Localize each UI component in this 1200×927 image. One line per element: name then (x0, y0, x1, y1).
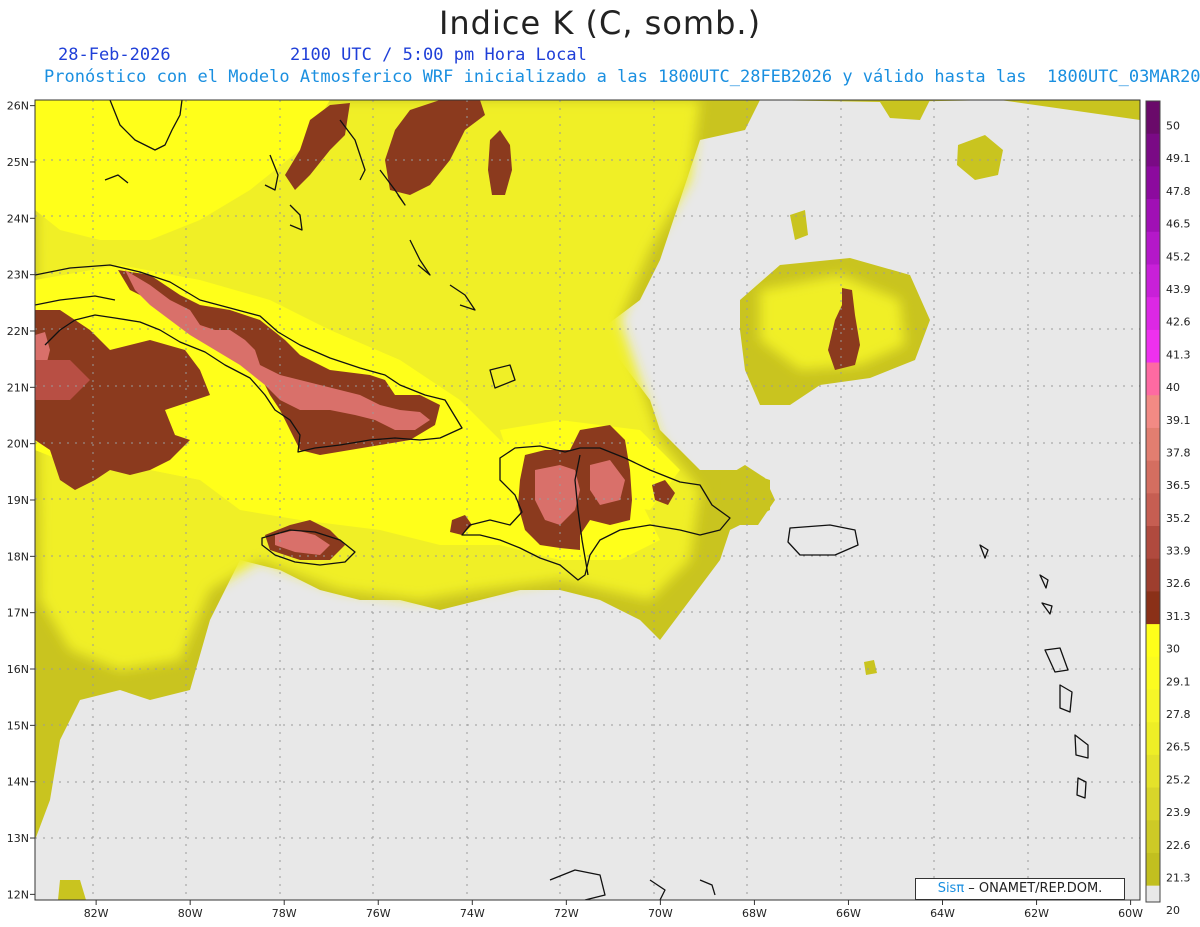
colorbar-label: 26.5 (1166, 741, 1191, 754)
colorbar-swatch (1146, 493, 1160, 527)
colorbar-label: 21.3 (1166, 871, 1191, 884)
colorbar-label: 32.6 (1166, 577, 1191, 590)
colorbar-label: 37.8 (1166, 446, 1191, 459)
colorbar-swatch (1146, 166, 1160, 200)
colorbar-label: 41.3 (1166, 348, 1191, 361)
colorbar-swatch (1146, 820, 1160, 854)
colorbar-swatch (1146, 885, 1160, 902)
lat-label-15n: 15N (7, 719, 29, 732)
lat-label-14n: 14N (7, 776, 29, 789)
lon-label-64w: 64W (930, 907, 955, 920)
lat-label-26n: 26N (7, 100, 29, 113)
lat-label-18n: 18N (7, 550, 29, 563)
longitude-labels: 82W 80W 78W 76W 74W 72W 70W 68W 66W 64W 62W 60W (84, 900, 1143, 920)
lat-label-23n: 23N (7, 269, 29, 282)
colorbar-label: 22.6 (1166, 839, 1191, 852)
colorbar-label: 50 (1166, 120, 1180, 133)
colorbar-swatch (1146, 264, 1160, 298)
colorbar-swatch (1146, 754, 1160, 789)
lat-label-20n: 20N (7, 438, 29, 451)
colorbar-swatch (1146, 624, 1160, 658)
colorbar-label: 36.5 (1166, 479, 1191, 492)
credit-text: – ONAMET/REP.DOM. (964, 881, 1103, 896)
colorbar-label: 46.5 (1166, 218, 1191, 231)
lat-label-21n: 21N (7, 381, 29, 394)
colorbar-label: 20 (1166, 904, 1180, 917)
lon-label-68w: 68W (742, 907, 767, 920)
colorbar-swatch (1146, 395, 1160, 429)
latitude-labels: 26N 25N 24N 23N 22N 21N 20N 19N 18N 17N 16N 15N 14N 1… (7, 100, 35, 901)
colorbar-swatch (1146, 231, 1160, 265)
colorbar-label: 39.1 (1166, 414, 1191, 427)
colorbar-swatch (1146, 656, 1160, 690)
lon-label-74w: 74W (460, 907, 485, 920)
lon-label-82w: 82W (84, 907, 109, 920)
colorbar: 50 49.1 47.8 46.5 45.2 43.9 42.6 41.3 40 39.1 37.8… (1145, 100, 1191, 917)
colorbar-swatch (1146, 460, 1160, 494)
lat-label-19n: 19N (7, 494, 29, 507)
lat-label-16n: 16N (7, 663, 29, 676)
colorbar-label: 30 (1166, 643, 1180, 656)
colorbar-swatch (1146, 558, 1160, 592)
colorbar-label: 29.1 (1166, 675, 1191, 688)
colorbar-label: 40 (1166, 381, 1180, 394)
colorbar-label: 35.2 (1166, 512, 1191, 525)
sispi-logo-text: Sisπ (937, 881, 965, 896)
colorbar-swatch (1146, 329, 1160, 364)
colorbar-label: 33.9 (1166, 545, 1191, 558)
colorbar-label: 25.2 (1166, 773, 1191, 786)
lat-label-13n: 13N (7, 832, 29, 845)
lon-label-76w: 76W (366, 907, 391, 920)
colorbar-swatch (1146, 427, 1160, 462)
colorbar-label: 27.8 (1166, 708, 1191, 721)
k-index-map: 82W 80W 78W 76W 74W 72W 70W 68W 66W 64W 62W 60W 26N… (7, 99, 1191, 920)
colorbar-swatch (1146, 852, 1160, 887)
colorbar-swatch (1146, 199, 1160, 233)
colorbar-swatch (1146, 787, 1160, 821)
colorbar-label: 45.2 (1166, 250, 1191, 263)
colorbar-label: 31.3 (1166, 610, 1191, 623)
lon-label-72w: 72W (554, 907, 579, 920)
colorbar-swatch (1146, 526, 1160, 560)
colorbar-swatch (1146, 297, 1160, 331)
lon-label-80w: 80W (178, 907, 203, 920)
colorbar-swatch (1146, 591, 1160, 625)
lon-label-60w: 60W (1118, 907, 1143, 920)
lon-label-62w: 62W (1024, 907, 1049, 920)
lat-label-12n: 12N (7, 888, 29, 901)
lon-label-78w: 78W (272, 907, 297, 920)
lon-label-66w: 66W (836, 907, 861, 920)
colorbar-swatch (1146, 722, 1160, 756)
colorbar-swatch (1146, 362, 1160, 396)
lon-label-70w: 70W (648, 907, 673, 920)
lat-label-17n: 17N (7, 607, 29, 620)
colorbar-label: 23.9 (1166, 806, 1191, 819)
colorbar-swatch (1146, 101, 1160, 135)
colorbar-swatch (1146, 689, 1160, 723)
colorbar-label: 49.1 (1166, 152, 1191, 165)
colorbar-swatch (1146, 133, 1160, 167)
colorbar-label: 47.8 (1166, 185, 1191, 198)
lat-label-24n: 24N (7, 212, 29, 225)
lat-label-25n: 25N (7, 156, 29, 169)
lat-label-22n: 22N (7, 325, 29, 338)
colorbar-label: 43.9 (1166, 283, 1191, 296)
credit-box: Sisπ – ONAMET/REP.DOM. (915, 878, 1125, 900)
colorbar-label: 42.6 (1166, 316, 1191, 329)
